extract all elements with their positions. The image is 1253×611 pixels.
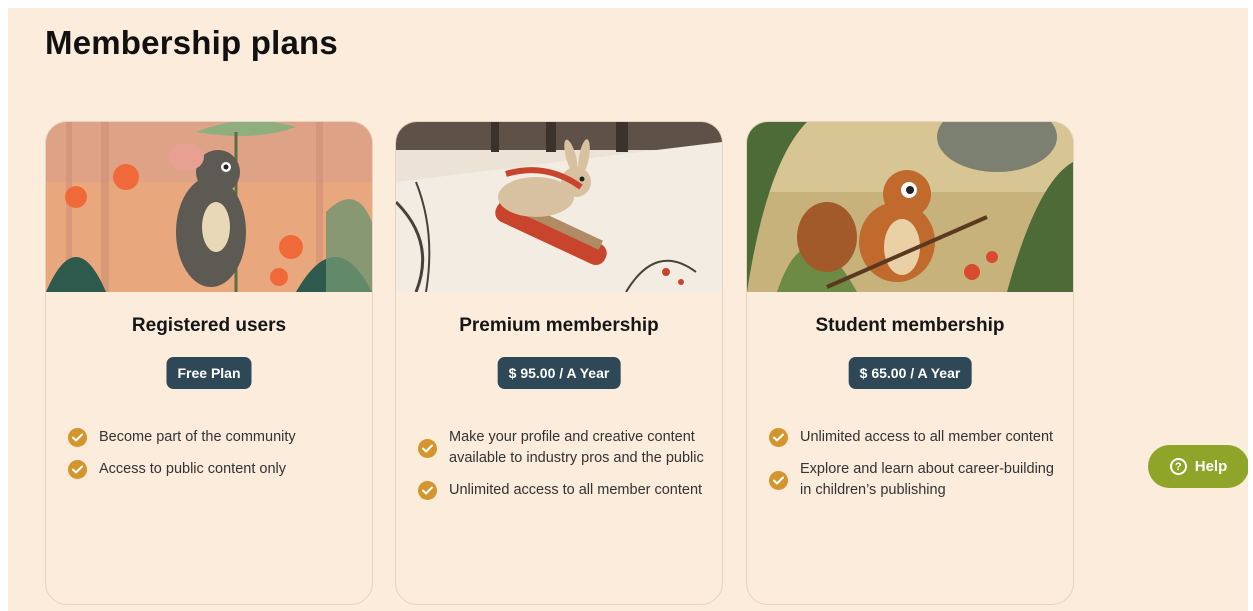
plan-title: Registered users (131, 315, 287, 336)
feature-text: Unlimited access to all member content (800, 429, 1054, 445)
feature-list: Make your profile and creative content a… (418, 427, 708, 512)
feature-text: Make your profile and creative content a… (449, 429, 704, 466)
chipmunk-illustration (747, 122, 1073, 292)
question-circle-icon: ? (1169, 458, 1187, 475)
feature-item: Become part of the community (68, 427, 358, 448)
check-icon (418, 438, 437, 458)
rabbit-sled-illustration (396, 122, 722, 292)
price-badge: $ 65.00 / A Year (848, 357, 972, 389)
plan-card-registered[interactable]: Registered users Free Plan Become part o… (45, 121, 373, 605)
plan-card-student[interactable]: Student membership $ 65.00 / A Year Unli… (746, 121, 1074, 605)
feature-list: Unlimited access to all member content E… (769, 427, 1059, 512)
page-title: Membership plans (45, 24, 338, 61)
feature-item: Explore and learn about career-building … (769, 459, 1059, 501)
check-icon (769, 428, 788, 447)
help-label: Help (1194, 458, 1228, 475)
mouse-illustration (46, 122, 372, 292)
check-icon (68, 428, 87, 447)
feature-list: Become part of the community Access to p… (68, 427, 358, 491)
price-badge: $ 95.00 / A Year (497, 357, 621, 389)
feature-text: Become part of the community (99, 429, 296, 445)
feature-item: Make your profile and creative content a… (418, 427, 708, 469)
check-icon (769, 470, 788, 490)
check-icon (68, 460, 87, 479)
plan-title: Premium membership (459, 315, 659, 336)
feature-item: Access to public content only (68, 459, 358, 480)
feature-text: Access to public content only (99, 461, 286, 477)
check-icon (418, 481, 437, 500)
help-button[interactable]: ? Help (1148, 445, 1248, 488)
plan-card-premium[interactable]: Premium membership $ 95.00 / A Year Make… (395, 121, 723, 605)
page: Membership plans Registered users Free P… (8, 8, 1248, 611)
feature-text: Explore and learn about career-building … (800, 461, 1054, 498)
plan-title: Student membership (815, 315, 1005, 336)
feature-item: Unlimited access to all member content (769, 427, 1059, 448)
feature-text: Unlimited access to all member content (449, 482, 703, 498)
feature-item: Unlimited access to all member content (418, 480, 708, 501)
price-badge: Free Plan (166, 357, 252, 389)
